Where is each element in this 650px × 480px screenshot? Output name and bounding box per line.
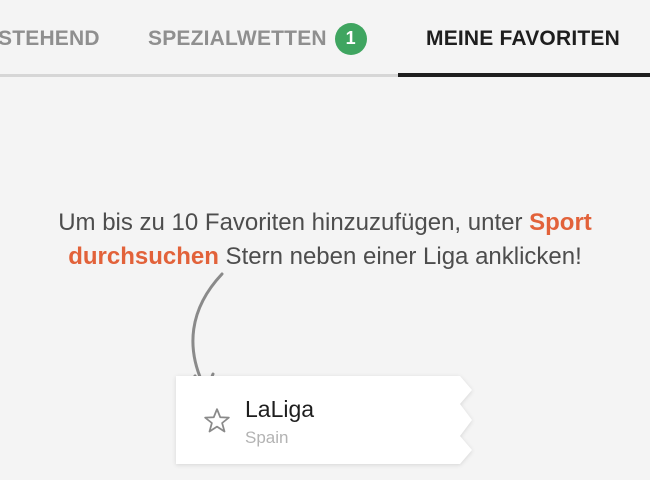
- star-outline-icon[interactable]: [202, 406, 232, 436]
- tab-label: STEHEND: [0, 26, 100, 50]
- active-tab-indicator: [398, 73, 650, 77]
- message-text-before: Um bis zu 10 Favoriten hinzuzufügen, unt…: [58, 209, 530, 236]
- message-text-after: Stern neben einer Liga anklicken!: [218, 243, 582, 270]
- example-league-card[interactable]: LaLiga Spain: [176, 376, 476, 464]
- tab-label: SPEZIALWETTEN: [148, 26, 327, 50]
- tab-meine-favoriten[interactable]: MEINE FAVORITEN: [398, 0, 650, 77]
- tab-spezialwetten[interactable]: SPEZIALWETTEN 1: [148, 0, 367, 77]
- tab-stehend[interactable]: STEHEND: [0, 0, 100, 77]
- league-country: Spain: [245, 428, 289, 447]
- tab-bar: STEHEND SPEZIALWETTEN 1 MEINE FAVORITEN: [0, 0, 650, 78]
- tab-label: MEINE FAVORITEN: [426, 26, 620, 50]
- empty-state-message: Um bis zu 10 Favoriten hinzuzufügen, unt…: [20, 206, 630, 274]
- league-name: LaLiga: [245, 396, 315, 422]
- count-badge: 1: [334, 22, 367, 55]
- favorites-page: STEHEND SPEZIALWETTEN 1 MEINE FAVORITEN …: [0, 0, 650, 480]
